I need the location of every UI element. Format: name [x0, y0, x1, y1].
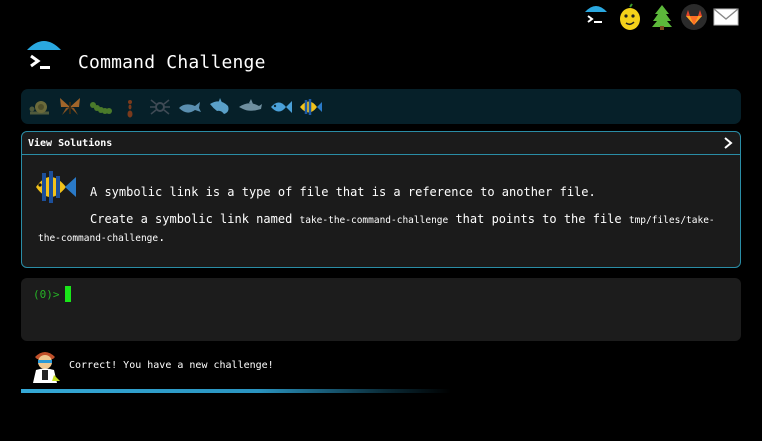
lemon-face-icon[interactable]: [616, 3, 644, 31]
envelope-icon[interactable]: [712, 3, 740, 31]
link-name-code: take-the-command-challenge: [299, 215, 449, 226]
view-solutions-toggle[interactable]: View Solutions: [22, 132, 740, 155]
terminal-cursor: [65, 286, 71, 302]
caterpillar-icon[interactable]: [87, 94, 113, 120]
whale-icon[interactable]: [177, 94, 203, 120]
challenge-instruction: Create a symbolic link named take-the-co…: [38, 211, 728, 247]
terminal-umbrella-icon[interactable]: [582, 3, 610, 31]
page-title: Command Challenge: [78, 52, 266, 73]
butterfly-icon[interactable]: [57, 94, 83, 120]
instruction-text-2: that points to the file: [448, 212, 629, 226]
view-solutions-label: View Solutions: [28, 138, 113, 149]
shell-prompt: (0)>: [33, 288, 60, 301]
evergreen-tree-icon[interactable]: [648, 3, 676, 31]
instruction-text-3: .: [158, 230, 166, 244]
scientist-avatar-icon: [27, 347, 63, 383]
status-bar: [21, 389, 451, 393]
top-icons: [582, 3, 742, 33]
spider-icon[interactable]: [147, 94, 173, 120]
tropical-fish-icon[interactable]: [297, 94, 323, 120]
challenge-description: A symbolic link is a type of file that i…: [90, 185, 596, 199]
chevron-right-icon[interactable]: [723, 137, 733, 149]
dolphin-icon[interactable]: [237, 94, 263, 120]
shark-icon[interactable]: [207, 94, 233, 120]
feedback-message: Correct! You have a new challenge!: [69, 360, 274, 371]
app-logo-icon: [23, 38, 65, 80]
tropical-fish-icon: [32, 167, 78, 207]
gitlab-icon[interactable]: [680, 3, 708, 31]
fish-icon[interactable]: [267, 94, 293, 120]
challenge-progress-bar: [21, 89, 741, 124]
challenge-panel: View Solutions A symbolic link is a type…: [21, 131, 741, 268]
instruction-text-1: Create a symbolic link named: [90, 212, 300, 226]
snail-icon[interactable]: [27, 94, 53, 120]
ant-icon[interactable]: [117, 94, 143, 120]
terminal-input[interactable]: (0)>: [21, 278, 741, 341]
